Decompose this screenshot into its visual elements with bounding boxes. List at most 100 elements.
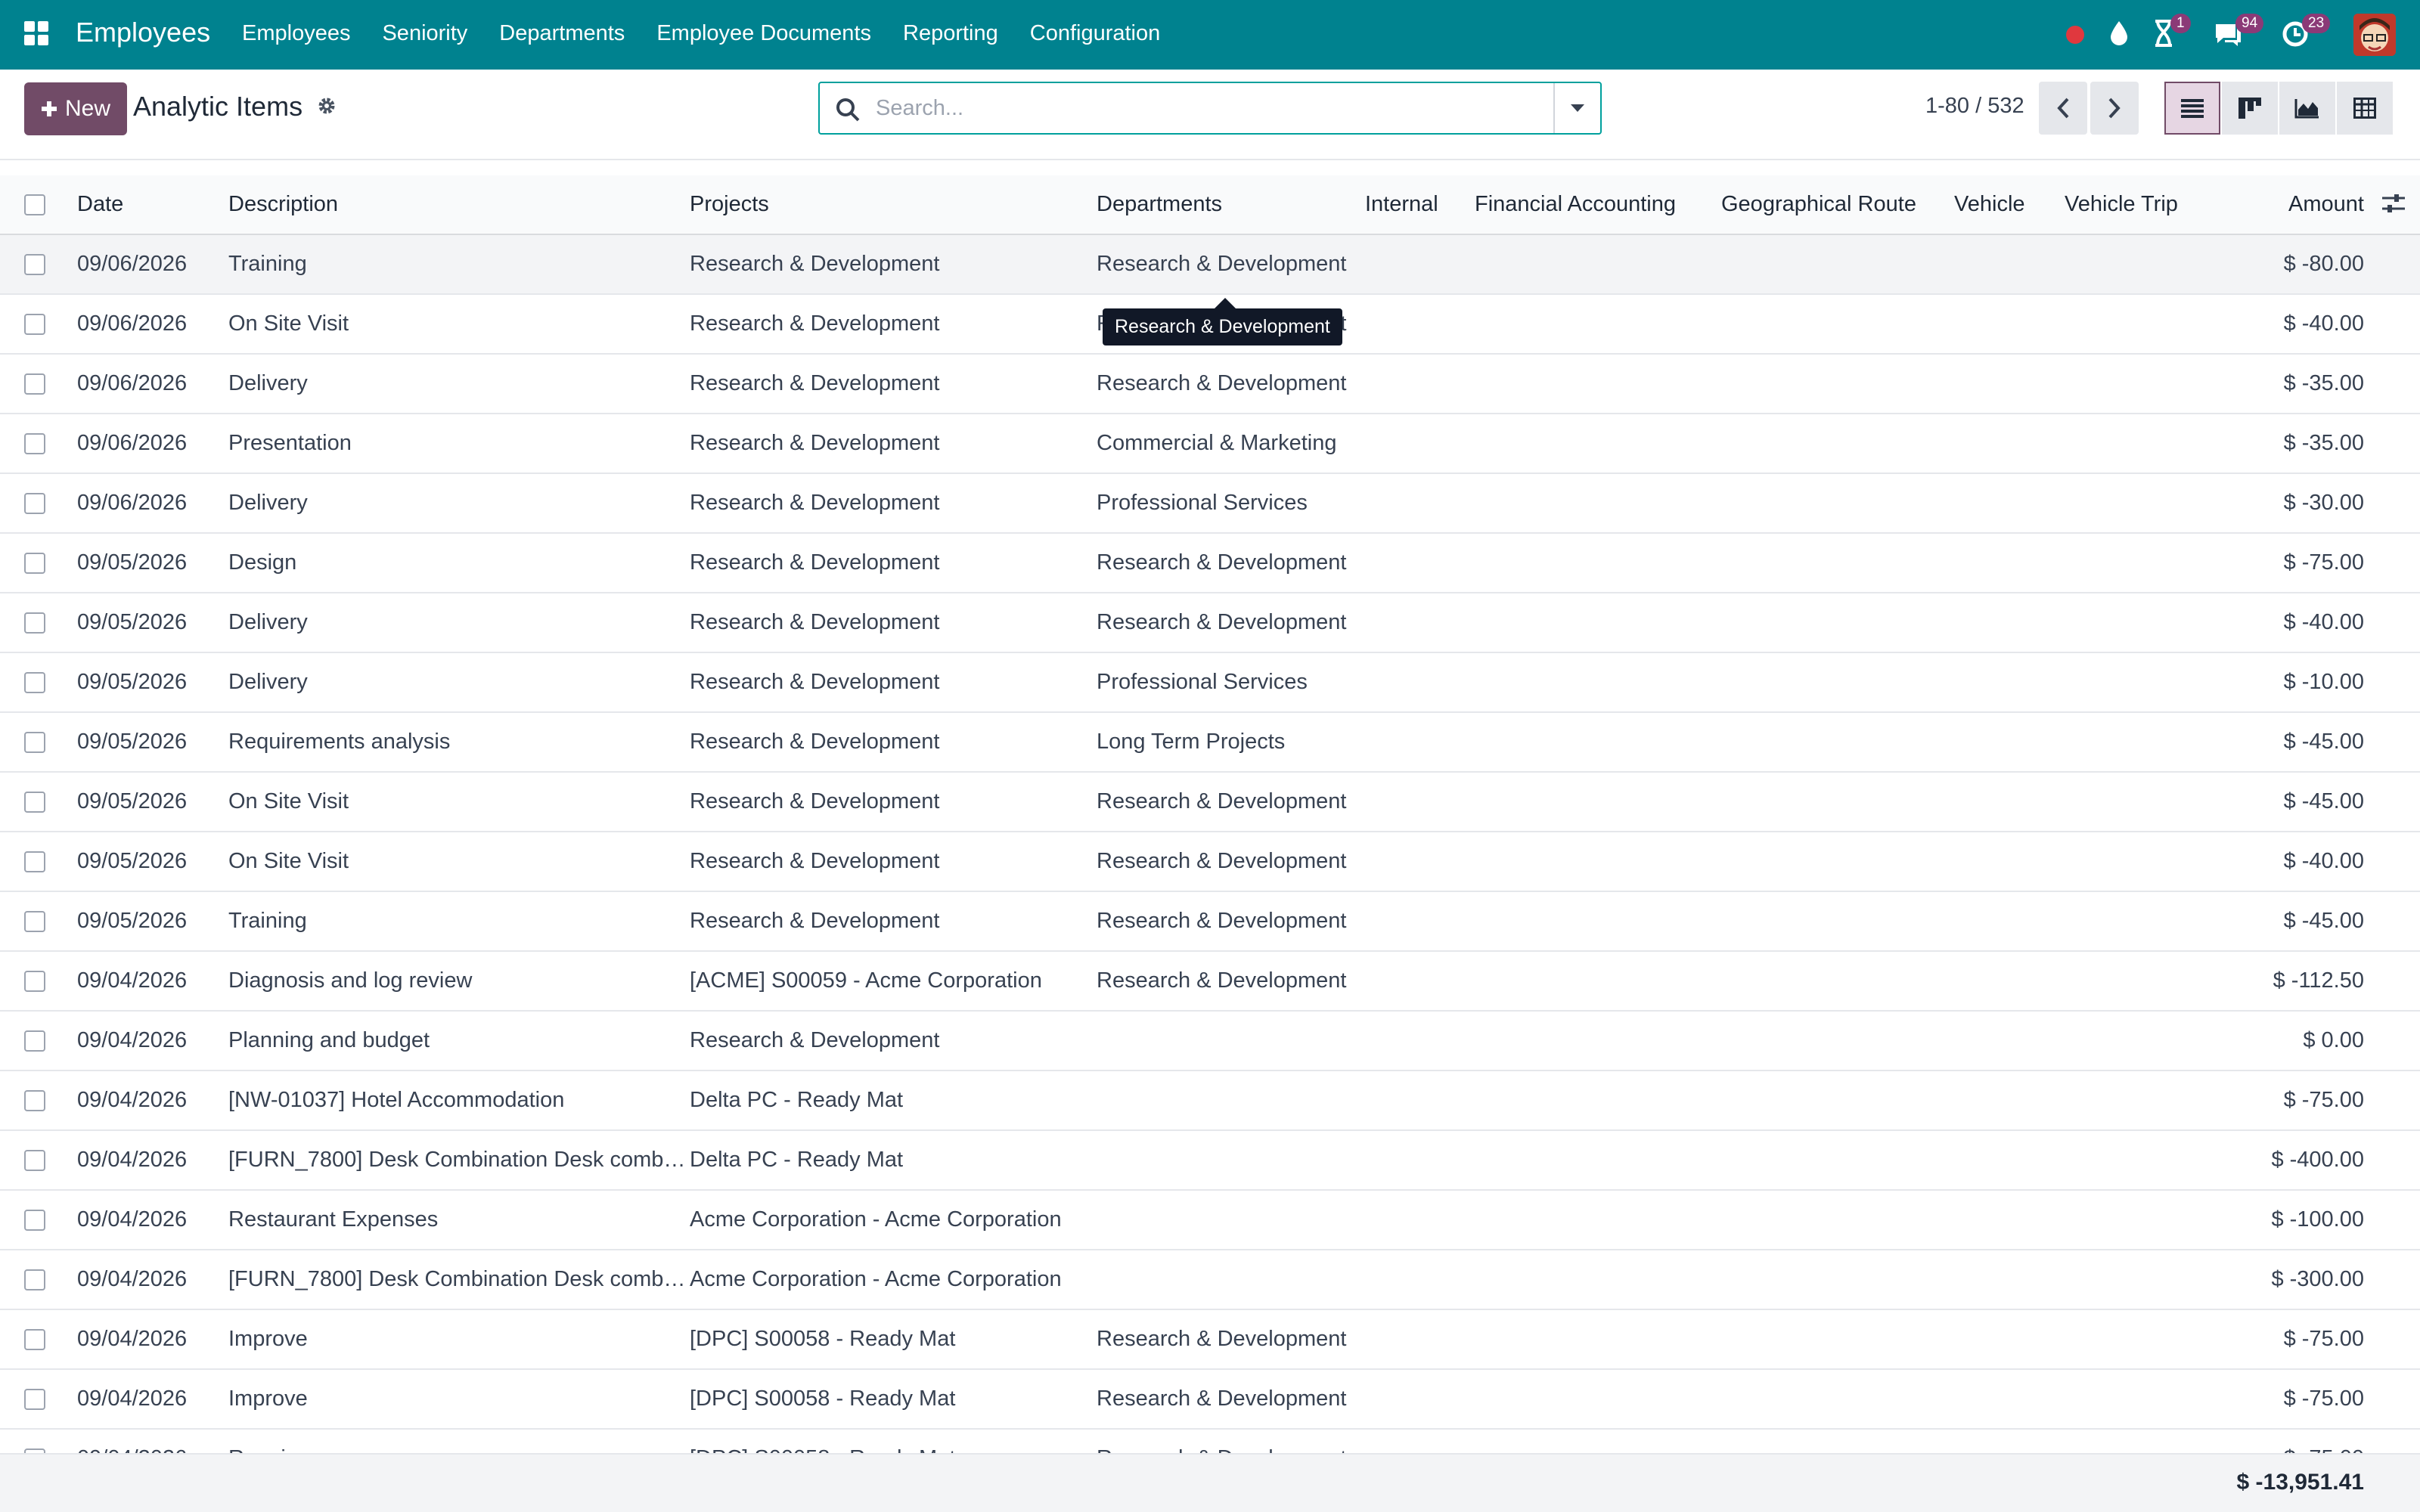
row-checkbox[interactable] [24,1269,45,1291]
cell-vehicle [1954,1190,2065,1250]
row-checkbox[interactable] [24,1090,45,1112]
row-checkbox[interactable] [24,1030,45,1052]
cell-amount: $ -300.00 [2238,1250,2420,1310]
activity-badge: 1 [2170,14,2191,33]
row-checkbox[interactable] [24,553,45,575]
row-checkbox[interactable] [24,1389,45,1411]
cell-vehicle-trip [2065,354,2238,414]
pivot-view-button[interactable] [2337,82,2393,135]
table-row[interactable]: 09/05/2026 On Site Visit Research & Develo… [0,832,2420,892]
cell-department: Commercial & Marketing [1097,414,1365,474]
cell-internal [1365,1070,1475,1131]
menu-item-seniority[interactable]: Seniority [382,21,467,46]
select-all-checkbox[interactable] [24,194,45,216]
table-row[interactable]: 09/05/2026 Design Research & Development Re… [0,533,2420,593]
column-header-vehicle-trip[interactable]: Vehicle Trip [2065,175,2238,235]
app-title[interactable]: Employees [76,17,210,48]
row-select-cell [0,1429,77,1453]
row-checkbox[interactable] [24,1150,45,1172]
column-header-projects[interactable]: Projects [690,175,1097,235]
amount-total: $ -13,951.41 [2236,1470,2364,1495]
list-view-button[interactable] [2164,82,2220,135]
row-checkbox[interactable] [24,971,45,993]
column-header-departments[interactable]: Departments [1097,175,1365,235]
cell-date: 09/05/2026 [77,593,228,653]
table-row[interactable]: 09/06/2026 Presentation Research & Develop… [0,414,2420,474]
row-select-cell [0,1190,77,1250]
cell-project: Research & Development [690,593,1097,653]
row-checkbox[interactable] [24,851,45,873]
search-options-toggle[interactable] [1553,83,1600,133]
column-header-date[interactable]: Date [77,175,228,235]
row-checkbox[interactable] [24,911,45,933]
menu-item-departments[interactable]: Departments [499,21,625,46]
row-checkbox[interactable] [24,254,45,276]
table-row[interactable]: 09/06/2026 Delivery Research & Development… [0,354,2420,414]
table-row[interactable]: 09/04/2026 Improve [DPC] S00058 - Ready Ma… [0,1369,2420,1430]
table-row[interactable]: 09/04/2026 Improve [DPC] S00058 - Ready Ma… [0,1309,2420,1370]
cell-department: Research & Development [1097,234,1365,295]
cell-description: On Site Visit [228,294,690,355]
column-header-financial-accounting[interactable]: Financial Accounting [1475,175,1721,235]
cell-description: Improve [228,1369,690,1430]
row-checkbox[interactable] [24,1210,45,1232]
table-row[interactable]: 09/05/2026 Delivery Research & Development… [0,652,2420,713]
cell-vehicle [1954,593,2065,653]
cell-internal [1365,414,1475,474]
gear-icon[interactable] [316,95,337,116]
table-row[interactable]: 09/04/2026Repair[DPC] S00058 - Ready Mat… [0,1429,2420,1453]
table-row[interactable]: 09/06/2026 Training Research & Development… [0,234,2420,295]
column-header-vehicle[interactable]: Vehicle [1954,175,2065,235]
new-button[interactable]: New [24,82,127,135]
messages-tray[interactable]: 94 [2213,14,2264,51]
row-checkbox[interactable] [24,1329,45,1351]
row-checkbox[interactable] [24,732,45,754]
graph-view-button[interactable] [2279,82,2335,135]
table-row[interactable]: 09/05/2026 On Site Visit Research & Develo… [0,772,2420,832]
menu-item-configuration[interactable]: Configuration [1030,21,1161,46]
pager-previous-button[interactable] [2039,82,2087,135]
row-checkbox[interactable] [24,314,45,336]
user-avatar[interactable] [2353,14,2396,56]
menu-item-employee-documents[interactable]: Employee Documents [656,21,871,46]
table-row[interactable]: 09/05/2026 Delivery Research & Development… [0,593,2420,653]
row-checkbox[interactable] [24,373,45,395]
cell-description: Delivery [228,593,690,653]
row-checkbox[interactable] [24,493,45,515]
table-row[interactable]: 09/04/2026 Diagnosis and log review [ACME]… [0,951,2420,1012]
menu-item-employees[interactable]: Employees [242,21,350,46]
apps-grid-icon[interactable] [23,20,50,47]
kanban-view-button[interactable] [2222,82,2278,135]
table-row[interactable]: 09/04/2026 Restaurant Expenses Acme Corpor… [0,1190,2420,1250]
table-row[interactable]: 09/04/2026 [NW-01037] Hotel Accommodation… [0,1070,2420,1131]
table-row[interactable]: 09/05/2026 Training Research & Development… [0,891,2420,952]
column-header-geographical-route[interactable]: Geographical Route [1721,175,1954,235]
table-row[interactable]: 09/04/2026 Planning and budget Research & … [0,1011,2420,1071]
row-checkbox[interactable] [24,433,45,455]
pager-value[interactable]: 1-80 / 532 [1925,94,2024,119]
pager-next-button[interactable] [2090,82,2139,135]
cell-vehicle [1954,1369,2065,1430]
column-header-internal[interactable]: Internal [1365,175,1475,235]
recording-dot-icon[interactable] [2065,24,2086,45]
table-row[interactable]: 09/06/2026 Delivery Research & Development… [0,473,2420,534]
cell-vehicle [1954,772,2065,832]
cell-description: Training [228,234,690,295]
row-checkbox[interactable] [24,792,45,813]
cell-financial-accounting [1475,832,1721,892]
search-input[interactable] [874,83,1525,133]
activity-tray[interactable]: 1 [2152,14,2191,51]
droplet-icon[interactable] [2108,20,2130,47]
column-header-description[interactable]: Description [228,175,690,235]
avatar-face-icon [2353,14,2396,56]
table-row[interactable]: 09/05/2026 Requirements analysis Research … [0,712,2420,773]
menu-item-reporting[interactable]: Reporting [903,21,998,46]
row-checkbox[interactable] [24,612,45,634]
control-panel: New Analytic Items 1-80 / 532 [0,70,2420,160]
table-row[interactable]: 09/04/2026 [FURN_7800] Desk Combination D… [0,1130,2420,1191]
optional-columns-icon[interactable] [2381,191,2406,216]
updates-tray[interactable]: 23 [2281,14,2331,51]
table-row[interactable]: 09/04/2026 [FURN_7800] Desk Combination D… [0,1250,2420,1310]
cell-department [1097,1190,1365,1250]
row-checkbox[interactable] [24,672,45,694]
